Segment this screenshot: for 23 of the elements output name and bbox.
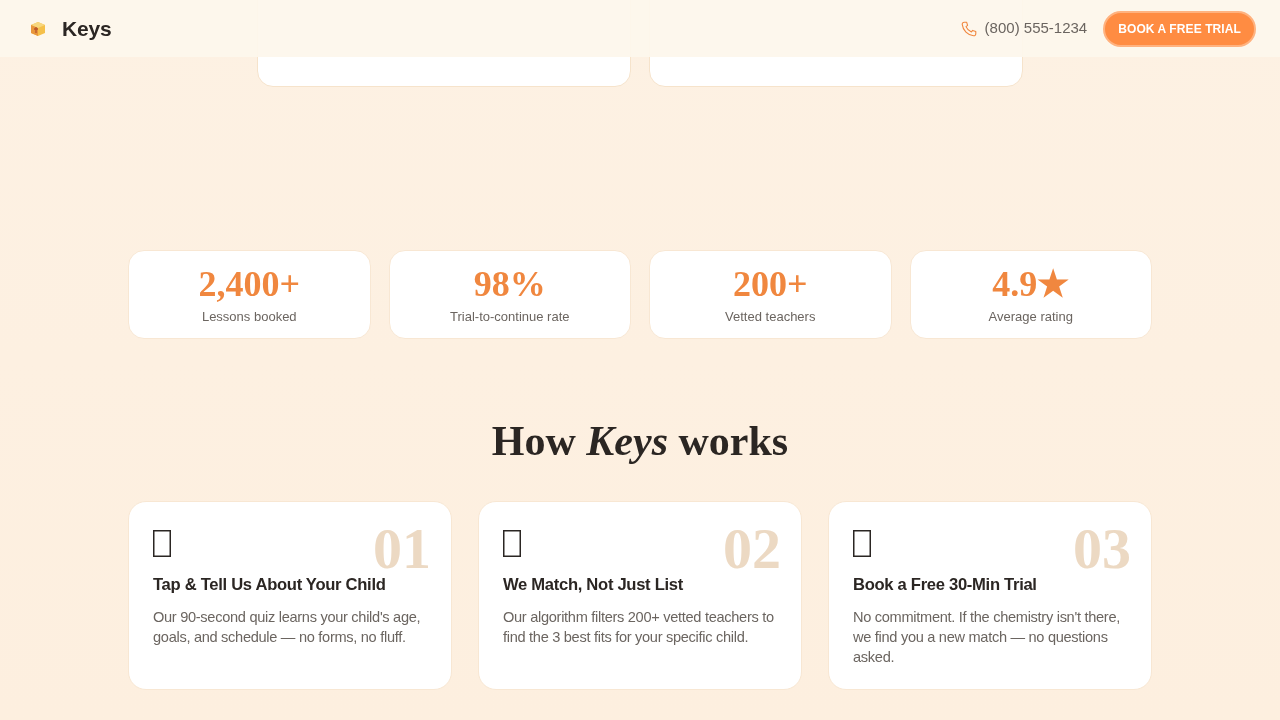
section-heading: How Keys works <box>491 417 789 465</box>
step-number: 02 <box>723 520 781 578</box>
step-title: Book a Free 30-Min Trial <box>853 574 1038 596</box>
step-description: No commitment. If the chemistry isn't there, we find you a new match — no questions asked. <box>853 607 1121 667</box>
step-number: 03 <box>1073 520 1131 578</box>
logo-icon[interactable] <box>30 20 46 37</box>
stat-label: Lessons booked <box>200 308 298 326</box>
empty-glyph-icon <box>503 530 521 557</box>
stat-value: 200+ <box>732 264 809 304</box>
step-description: Our algorithm filters 200+ vetted teachers to find the 3 best fits for your specific child. <box>503 607 775 647</box>
stat-value: 4.9★ <box>991 264 1071 304</box>
stat-value: 2,400+ <box>197 264 301 304</box>
stat-label: Vetted teachers <box>724 308 817 326</box>
stat-value: 98% <box>472 264 547 304</box>
stat-label: Trial-to-continue rate <box>449 308 571 326</box>
step-title: We Match, Not Just List <box>503 574 684 596</box>
stat-label: Average rating <box>987 308 1074 326</box>
brand-name[interactable]: Keys <box>62 12 112 45</box>
empty-glyph-icon <box>853 530 871 557</box>
phone-icon <box>960 20 977 37</box>
phone-link[interactable]: (800) 555-1234 <box>984 17 1088 40</box>
empty-glyph-icon <box>153 530 171 557</box>
step-description: Our 90-second quiz learns your child's age, goals, and schedule — no forms, no fluff. <box>153 607 422 647</box>
